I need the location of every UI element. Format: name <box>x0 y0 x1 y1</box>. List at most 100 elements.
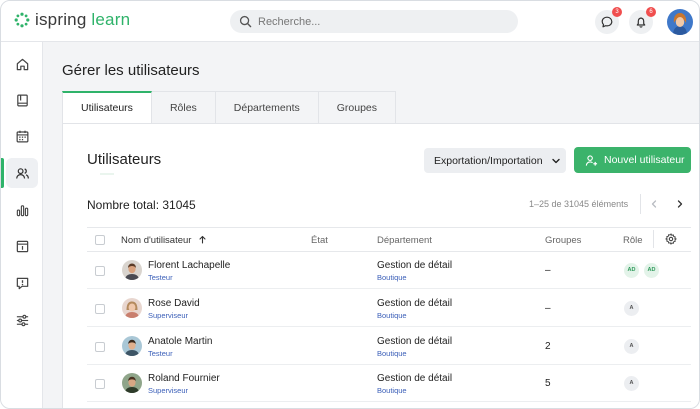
app-window: ispring learn 3 6 <box>0 0 700 409</box>
sidebar-item-feedback[interactable] <box>6 268 38 298</box>
table-row[interactable]: Roland Fournier Superviseur Gestion de d… <box>87 365 691 402</box>
settings-sliders-icon <box>16 314 28 326</box>
user-name[interactable]: Rose David <box>148 298 200 309</box>
sidebar-item-library[interactable] <box>6 85 38 115</box>
user-name[interactable]: Florent Lachapelle <box>148 260 230 271</box>
user-groups: 5 <box>545 378 551 389</box>
user-name[interactable]: Anatole Martin <box>148 336 212 347</box>
feedback-icon <box>16 277 28 289</box>
export-import-button[interactable]: Exportation/Importation <box>424 148 566 173</box>
table-row[interactable]: Anatole Martin Testeur Gestion de détail… <box>87 328 691 365</box>
messages-button[interactable]: 3 <box>595 7 622 34</box>
user-groups: – <box>545 265 551 276</box>
role-badge: A <box>624 301 639 316</box>
tab-bar: Utilisateurs Rôles Départements Groupes <box>62 91 397 124</box>
page-title: Gérer les utilisateurs <box>62 62 200 79</box>
tab-roles[interactable]: Rôles <box>151 91 216 124</box>
new-user-label: Nouvel utilisateur <box>604 154 685 166</box>
table-header: Nom d'utilisateur État Département Group… <box>87 227 691 252</box>
column-header-groups[interactable]: Groupes <box>545 235 581 246</box>
chevron-left-icon[interactable] <box>648 198 660 210</box>
avatar <box>122 298 142 318</box>
search-input[interactable] <box>258 15 498 28</box>
user-department-sub: Boutique <box>377 349 407 358</box>
select-all-checkbox[interactable] <box>95 235 105 245</box>
section-title-underline <box>100 173 114 175</box>
row-checkbox[interactable] <box>95 266 105 276</box>
row-checkbox[interactable] <box>95 342 105 352</box>
gear-icon[interactable] <box>665 233 677 245</box>
row-checkbox[interactable] <box>95 304 105 314</box>
bell-icon <box>636 17 646 28</box>
users-icon <box>15 167 29 179</box>
column-header-state[interactable]: État <box>311 235 328 246</box>
avatar-picture <box>122 260 142 280</box>
avatar-picture <box>122 373 142 393</box>
user-department-sub: Boutique <box>377 273 407 282</box>
sidebar <box>1 42 43 408</box>
user-department: Gestion de détail <box>377 260 453 271</box>
tab-users[interactable]: Utilisateurs <box>62 91 152 124</box>
chat-icon <box>601 16 613 28</box>
sidebar-item-calendar[interactable] <box>6 121 38 151</box>
sidebar-item-home[interactable] <box>6 49 38 79</box>
home-icon <box>16 58 28 70</box>
user-department: Gestion de détail <box>377 336 453 347</box>
role-badge: AD <box>644 263 659 278</box>
book-icon <box>16 94 28 106</box>
brand-name: ispring learn <box>35 10 130 30</box>
role-badge: A <box>624 376 639 391</box>
top-bar: ispring learn 3 6 <box>1 1 699 42</box>
brand-logo[interactable]: ispring learn <box>14 10 130 30</box>
table-row[interactable]: Florent Lachapelle Testeur Gestion de dé… <box>87 252 691 289</box>
search-box[interactable] <box>230 10 518 33</box>
sidebar-active-indicator <box>1 158 4 188</box>
avatar-picture <box>122 298 142 318</box>
sidebar-item-pages[interactable] <box>6 231 38 261</box>
avatar <box>122 373 142 393</box>
column-header-department[interactable]: Département <box>377 235 432 246</box>
column-settings-divider <box>653 230 654 248</box>
row-checkbox[interactable] <box>95 379 105 389</box>
section-title: Utilisateurs <box>87 151 162 168</box>
role-badge: AD <box>624 263 639 278</box>
avatar <box>122 336 142 356</box>
user-subtitle: Testeur <box>148 273 173 282</box>
avatar <box>122 260 142 280</box>
sort-ascending-icon <box>199 235 206 244</box>
user-subtitle: Superviseur <box>148 386 189 395</box>
table-row[interactable]: Rose David Superviseur Gestion de détail… <box>87 290 691 327</box>
sidebar-item-reports[interactable] <box>6 195 38 225</box>
pagination-range: 1–25 de 31045 éléments <box>529 199 629 209</box>
messages-badge: 3 <box>612 7 622 17</box>
avatar-picture <box>122 336 142 356</box>
pagination-divider <box>640 194 641 214</box>
brand-name-part1: ispring <box>35 10 87 29</box>
user-groups: 2 <box>545 341 551 352</box>
search-icon <box>239 15 252 28</box>
chart-icon <box>16 204 28 216</box>
sidebar-item-users[interactable] <box>6 158 38 188</box>
sidebar-item-settings[interactable] <box>6 305 38 335</box>
column-header-role[interactable]: Rôle <box>623 235 643 246</box>
user-name[interactable]: Roland Fournier <box>148 373 220 384</box>
total-count: Nombre total: 31045 <box>87 198 196 212</box>
tab-groups[interactable]: Groupes <box>318 91 397 124</box>
user-subtitle: Testeur <box>148 349 173 358</box>
notifications-badge: 6 <box>646 7 656 17</box>
user-department: Gestion de détail <box>377 298 453 309</box>
tab-departments[interactable]: Départements <box>215 91 319 124</box>
column-header-name-label: Nom d'utilisateur <box>121 235 192 246</box>
user-department-sub: Boutique <box>377 386 407 395</box>
profile-picture <box>667 9 693 35</box>
user-department-sub: Boutique <box>377 311 407 320</box>
calendar-icon <box>16 130 28 142</box>
column-header-name[interactable]: Nom d'utilisateur <box>121 235 207 246</box>
chevron-down-icon <box>551 158 560 163</box>
export-import-label: Exportation/Importation <box>434 154 543 167</box>
add-user-icon <box>585 154 598 166</box>
chevron-right-icon[interactable] <box>674 198 686 210</box>
new-user-button[interactable]: Nouvel utilisateur <box>574 147 691 173</box>
profile-avatar[interactable] <box>667 9 693 35</box>
notifications-button[interactable]: 6 <box>629 7 656 34</box>
